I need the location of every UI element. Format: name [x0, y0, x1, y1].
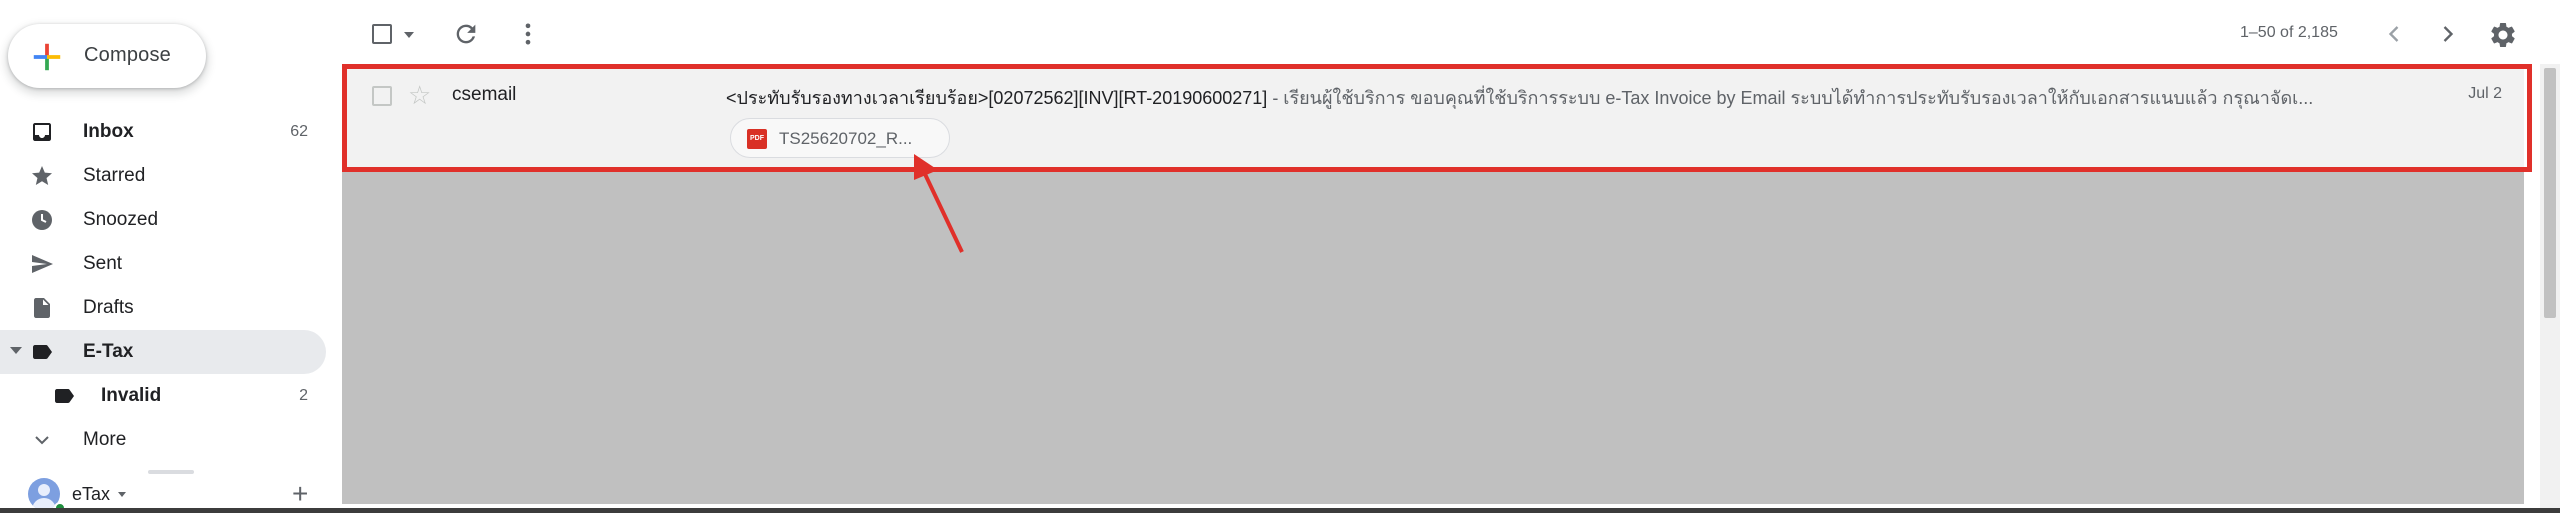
compose-button[interactable]: Compose	[8, 24, 206, 88]
unread-count: 2	[299, 387, 308, 404]
star-icon[interactable]: ☆	[408, 80, 431, 110]
chevron-right-icon[interactable]	[2434, 20, 2462, 48]
attachment-chip[interactable]: PDF TS25620702_R...	[730, 118, 950, 158]
sidebar-item-label: Sent	[83, 253, 123, 274]
caret-down-icon[interactable]	[118, 492, 126, 497]
resize-handle[interactable]	[148, 470, 194, 474]
window-edge	[0, 508, 2560, 513]
email-snippet: - เรียนผู้ใช้บริการ ขอบคุณที่ใช้บริการระ…	[1267, 88, 2314, 108]
add-button[interactable]: +	[292, 478, 308, 510]
sidebar-item-label: Invalid	[101, 385, 162, 406]
scrollbar[interactable]	[2540, 64, 2560, 513]
label-icon	[33, 345, 52, 359]
label-icon	[55, 389, 74, 403]
sidebar-item-label: E-Tax	[83, 341, 134, 362]
email-row[interactable]: ☆ csemail <ประทับรับรองทางเวลาเรียบร้อย>…	[342, 64, 2524, 172]
send-icon	[32, 255, 53, 273]
draft-icon	[34, 298, 50, 318]
chevron-down-icon	[35, 436, 49, 445]
toolbar: 1–50 of 2,185	[342, 0, 2542, 64]
inbox-icon	[33, 123, 51, 141]
select-all-checkbox[interactable]	[372, 24, 392, 44]
sidebar-item-more[interactable]: More	[0, 418, 326, 462]
sidebar-item-inbox[interactable]: Inbox 62	[0, 110, 326, 154]
sidebar-item-label: Starred	[83, 165, 146, 186]
plus-icon	[33, 43, 61, 71]
expand-caret-icon[interactable]	[10, 347, 22, 354]
email-date: Jul 2	[2468, 85, 2502, 102]
sidebar-item-label: More	[83, 429, 127, 450]
sidebar-item-label: Snoozed	[83, 209, 159, 230]
sidebar-item-invalid[interactable]: Invalid 2	[0, 374, 326, 418]
email-subject: <ประทับรับรองทางเวลาเรียบร้อย>[02072562]…	[726, 88, 1268, 108]
unread-count: 62	[290, 123, 308, 140]
sidebar-item-label: Drafts	[83, 297, 134, 318]
sidebar-item-starred[interactable]: Starred	[0, 154, 326, 198]
account-name: eTax	[72, 484, 111, 504]
sidebar: Compose Inbox 62 Starred Snoozed Sent Dr…	[0, 0, 342, 513]
sidebar-item-sent[interactable]: Sent	[0, 242, 326, 286]
chevron-left-icon[interactable]	[2380, 20, 2408, 48]
gear-icon[interactable]	[2488, 20, 2518, 50]
sidebar-item-snoozed[interactable]: Snoozed	[0, 198, 326, 242]
sidebar-item-etax[interactable]: E-Tax	[0, 330, 326, 374]
email-subject-line: <ประทับรับรองทางเวลาเรียบร้อย>[02072562]…	[726, 83, 2446, 112]
email-sender: csemail	[452, 84, 517, 105]
pagination-info: 1–50 of 2,185	[2240, 24, 2338, 41]
clock-icon	[32, 210, 52, 230]
attachment-name: TS25620702_R...	[779, 129, 913, 148]
more-vert-icon[interactable]	[514, 20, 542, 48]
sidebar-item-label: Inbox	[83, 121, 134, 142]
select-dropdown-icon[interactable]	[404, 32, 414, 38]
scrollbar-thumb[interactable]	[2544, 68, 2556, 318]
row-checkbox[interactable]	[372, 86, 392, 106]
compose-label: Compose	[84, 44, 171, 66]
refresh-icon[interactable]	[452, 20, 480, 48]
pdf-icon: PDF	[747, 129, 767, 149]
sidebar-item-drafts[interactable]: Drafts	[0, 286, 326, 330]
star-icon	[32, 166, 52, 185]
